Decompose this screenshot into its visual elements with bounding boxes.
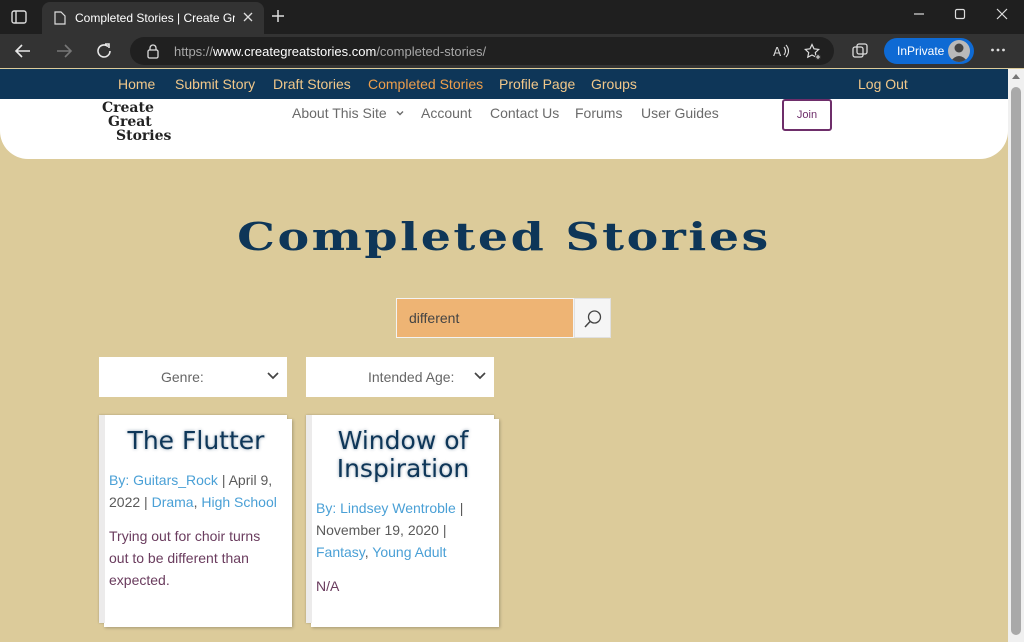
maximize-icon[interactable] [953, 7, 967, 21]
story-meta: By: Lindsey Wentroble | November 19, 202… [316, 500, 464, 560]
new-tab-icon[interactable] [270, 8, 286, 24]
url-field[interactable]: https://www.creategreatstories.com/compl… [130, 37, 834, 65]
story-age-link[interactable]: Young Adult [372, 544, 446, 560]
nav-groups[interactable]: Groups [591, 76, 637, 92]
join-button[interactable]: Join [782, 99, 832, 131]
read-aloud-icon[interactable]: A [772, 43, 790, 59]
scroll-up-icon[interactable] [1012, 73, 1020, 79]
story-card[interactable]: The Flutter By: Guitars_Rock | April 9, … [99, 415, 287, 623]
story-age-link[interactable]: High School [201, 494, 277, 510]
browser-address-bar: https://www.creategreatstories.com/compl… [0, 34, 1024, 68]
tab-title: Completed Stories | Create Great Stories [75, 11, 235, 25]
story-date: November 19, 2020 [316, 522, 439, 538]
nav-log-out[interactable]: Log Out [858, 76, 908, 92]
story-title[interactable]: Window of Inspiration [312, 415, 494, 483]
page-favicon-icon [54, 11, 66, 25]
back-icon[interactable] [14, 42, 32, 60]
scrollbar-thumb[interactable] [1011, 87, 1021, 635]
profile-avatar [948, 40, 970, 62]
subnav-user-guides[interactable]: User Guides [641, 105, 719, 121]
nav-draft-stories[interactable]: Draft Stories [273, 76, 351, 92]
window-close-icon[interactable] [995, 7, 1009, 21]
search-icon [584, 310, 602, 328]
search-button[interactable] [574, 298, 611, 338]
top-navigation: Home Submit Story Draft Stories Complete… [0, 69, 1008, 99]
refresh-icon[interactable] [95, 42, 113, 60]
collections-icon[interactable] [851, 42, 869, 60]
minimize-icon[interactable] [912, 7, 926, 21]
story-excerpt: N/A [316, 578, 340, 594]
story-meta: By: Guitars_Rock | April 9, 2022 | Drama… [109, 472, 277, 510]
site-logo[interactable]: Create Great Stories [102, 101, 171, 143]
chevron-down-icon [474, 372, 486, 380]
tab-actions-icon[interactable] [10, 8, 28, 26]
lock-icon[interactable] [146, 43, 160, 59]
nav-completed-stories[interactable]: Completed Stories [368, 76, 483, 92]
story-genre-link[interactable]: Drama [152, 494, 194, 510]
story-author-link[interactable]: Lindsey Wentroble [340, 500, 456, 516]
story-genre-link[interactable]: Fantasy [316, 544, 365, 560]
intended-age-select[interactable]: Intended Age: [306, 357, 494, 397]
chevron-down-icon [267, 372, 279, 380]
site-header: Create Great Stories About This Site Acc… [0, 99, 1008, 159]
nav-home[interactable]: Home [118, 76, 155, 92]
chevron-down-icon [396, 111, 404, 116]
browser-tab-active[interactable]: Completed Stories | Create Great Stories [42, 2, 264, 34]
more-menu-icon[interactable] [990, 42, 1006, 58]
subnav-forums[interactable]: Forums [575, 105, 622, 121]
tab-close-icon[interactable] [242, 11, 254, 23]
subnav-account[interactable]: Account [421, 105, 472, 121]
nav-profile-page[interactable]: Profile Page [499, 76, 575, 92]
subnav-contact[interactable]: Contact Us [490, 105, 559, 121]
person-icon [950, 43, 968, 62]
story-author-link[interactable]: Guitars_Rock [133, 472, 218, 488]
favorite-add-icon[interactable] [804, 43, 822, 61]
browser-tab-bar: Completed Stories | Create Great Stories [0, 0, 1024, 34]
nav-submit-story[interactable]: Submit Story [175, 76, 255, 92]
inprivate-badge[interactable]: InPrivate [884, 38, 974, 64]
svg-text:A: A [773, 45, 782, 59]
search-input[interactable]: different [396, 298, 574, 338]
story-excerpt: Trying out for choir turns out to be dif… [109, 528, 261, 588]
story-card[interactable]: Window of Inspiration By: Lindsey Wentro… [306, 415, 494, 623]
url-text: https://www.creategreatstories.com/compl… [174, 44, 487, 59]
page-scrollbar[interactable] [1008, 69, 1024, 642]
page-viewport: Home Submit Story Draft Stories Complete… [0, 69, 1008, 642]
forward-icon[interactable] [55, 42, 73, 60]
subnav-about[interactable]: About This Site [292, 105, 405, 121]
page-title: Completed Stories [237, 214, 771, 259]
genre-select[interactable]: Genre: [99, 357, 287, 397]
story-title[interactable]: The Flutter [105, 415, 287, 455]
